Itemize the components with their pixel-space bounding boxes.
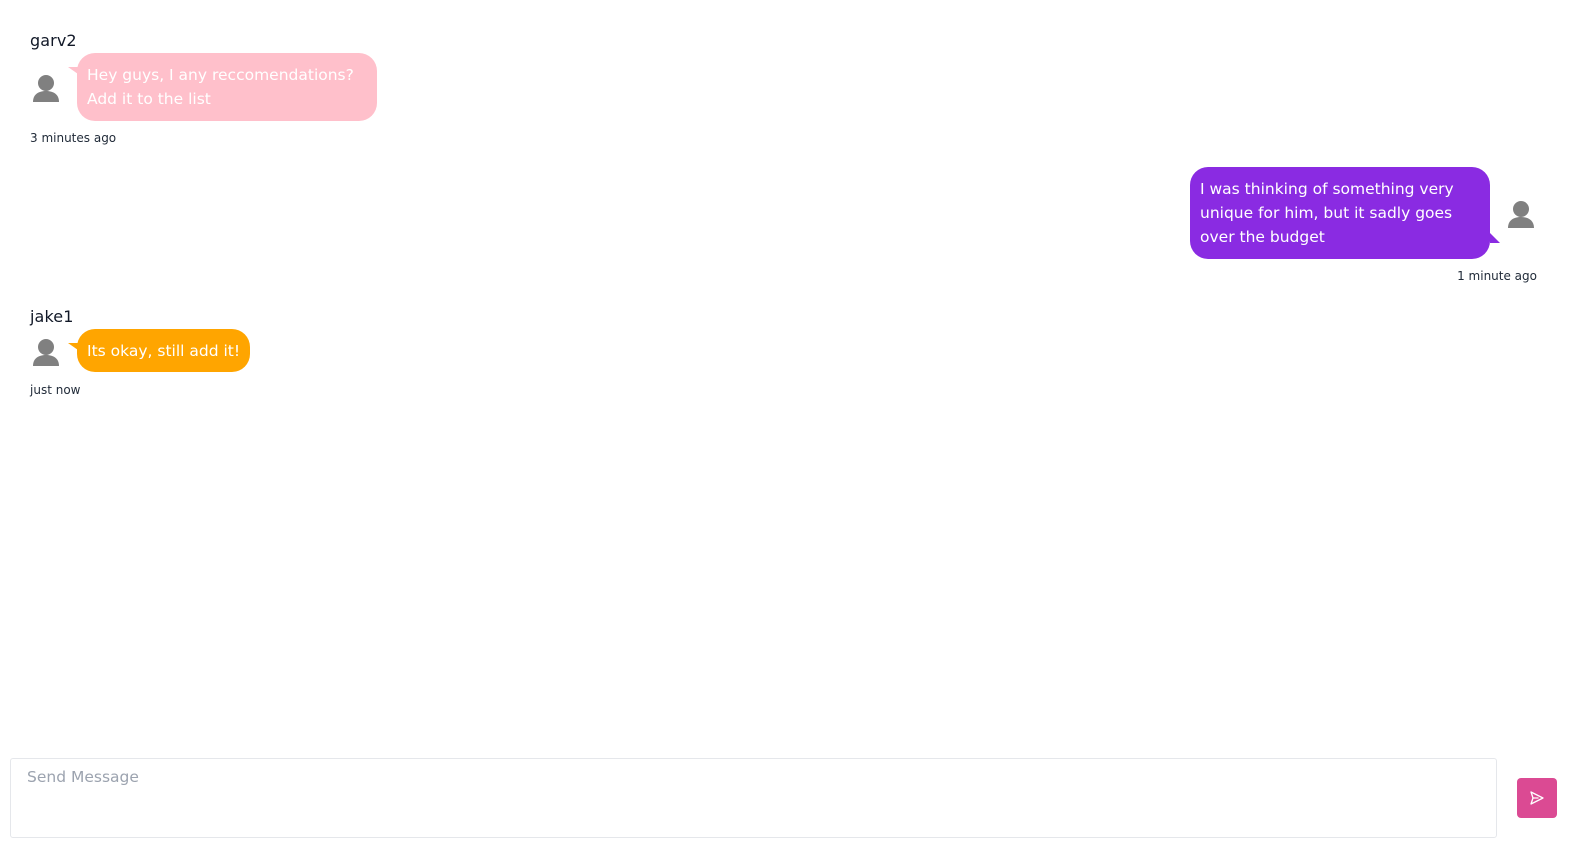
message-timestamp: 3 minutes ago bbox=[30, 131, 117, 145]
message-text: I was thinking of something very unique … bbox=[1200, 180, 1454, 246]
message-text: Hey guys, I any reccomendations? Add it … bbox=[87, 66, 354, 108]
message-text: Its okay, still add it! bbox=[87, 342, 241, 360]
user-avatar-icon bbox=[1508, 201, 1534, 228]
message-timestamp: 1 minute ago bbox=[1457, 269, 1537, 283]
user-avatar-icon bbox=[33, 75, 59, 102]
message-input[interactable] bbox=[11, 759, 1496, 837]
user-avatar-icon bbox=[33, 339, 59, 366]
chat-window: garv2 Hey guys, I any reccomendations? A… bbox=[0, 0, 1569, 848]
message-timestamp: just now bbox=[30, 383, 81, 397]
message-bubble: I was thinking of something very unique … bbox=[1190, 167, 1500, 259]
message-bubble: Its okay, still add it! bbox=[68, 329, 251, 372]
message-bubble: Hey guys, I any reccomendations? Add it … bbox=[68, 53, 377, 121]
send-icon bbox=[1530, 791, 1544, 805]
send-button[interactable] bbox=[1517, 778, 1557, 818]
message-composer bbox=[10, 758, 1497, 838]
sender-name: jake1 bbox=[30, 307, 74, 326]
sender-name: garv2 bbox=[30, 31, 77, 50]
